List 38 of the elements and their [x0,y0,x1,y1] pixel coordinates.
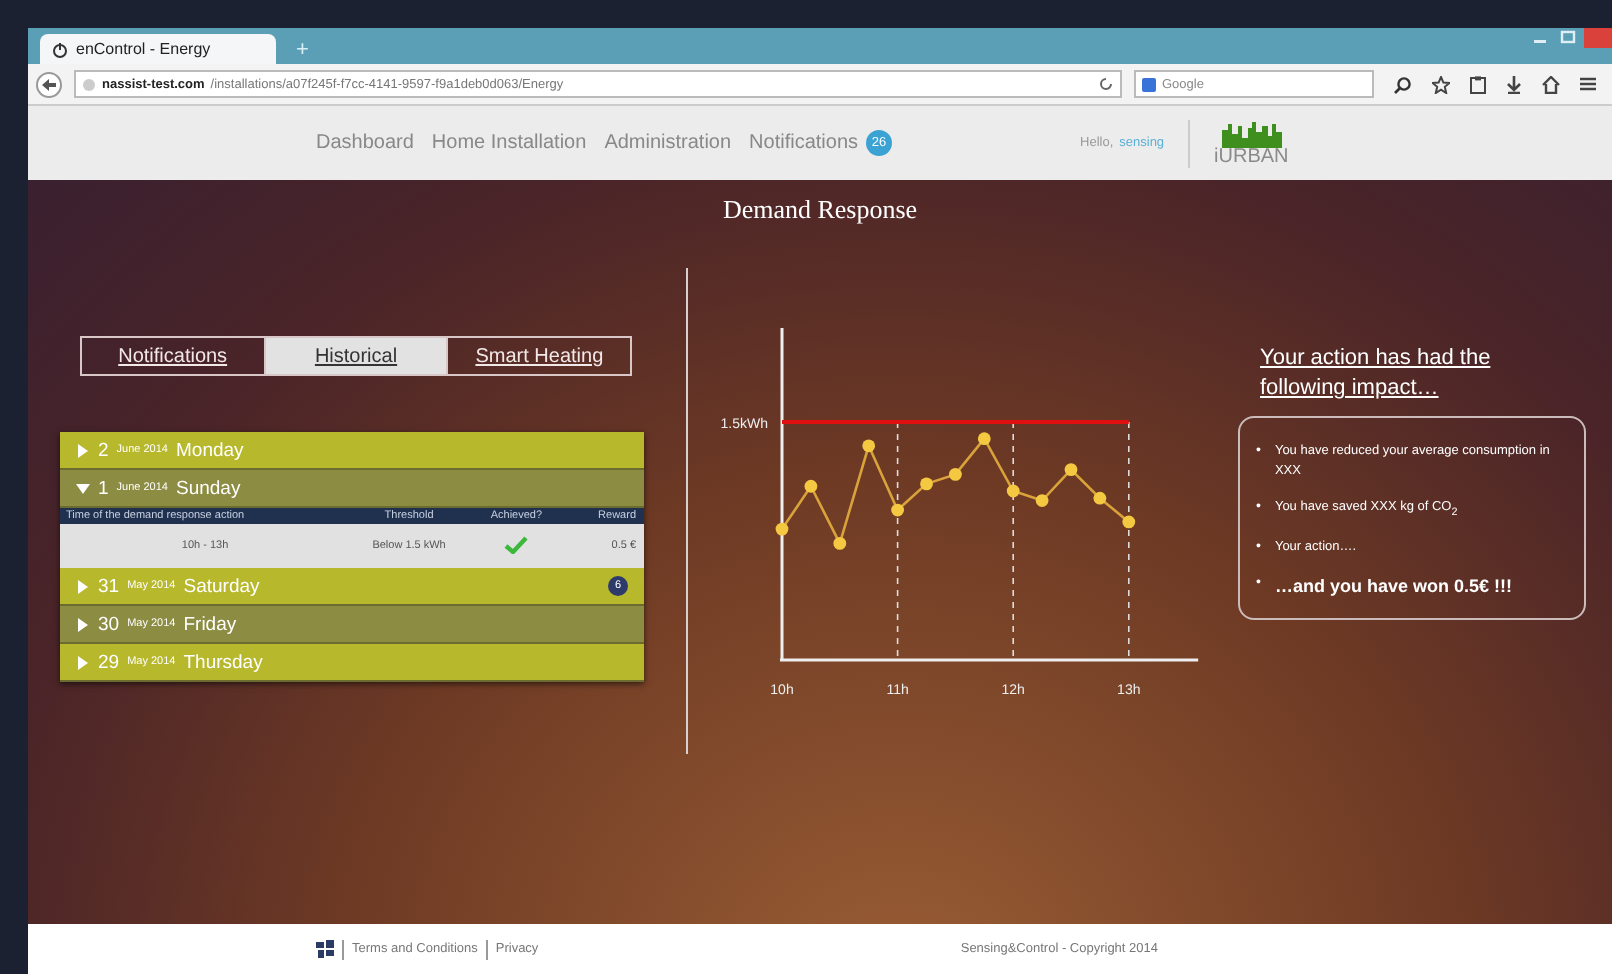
day-number: 1 [98,477,109,499]
impact-item: …and you have won 0.5€ !!! [1274,574,1512,599]
weekday: Monday [176,439,244,461]
browser-tab[interactable]: enControl - Energy [40,34,276,64]
day-number: 29 [98,651,120,673]
nav-link[interactable]: Dashboard [316,132,414,154]
caret-down-icon [76,481,90,495]
logo-icon [316,940,334,958]
weekday: Thursday [183,651,263,673]
tab[interactable]: Smart Heating [448,338,631,374]
caret-right-icon [76,443,90,457]
back-icon[interactable] [36,71,62,97]
nav-link[interactable]: Administration [604,132,732,154]
day-number: 30 [98,613,120,635]
weekday: Sunday [176,477,241,499]
power-icon [52,41,68,57]
day-number: 31 [98,575,120,597]
new-tab-button[interactable]: + [288,34,317,64]
tab[interactable]: Historical [265,338,449,374]
weekday: Saturday [183,575,260,597]
search-icon[interactable] [1394,75,1412,93]
weekday: Friday [183,613,237,635]
clipboard-icon[interactable] [1470,75,1486,93]
menu-icon[interactable] [1580,75,1596,91]
caret-right-icon [76,655,90,669]
logo-text: iURBAN [1214,147,1289,167]
reload-icon[interactable] [1098,76,1114,92]
city-skyline-icon [1221,119,1282,147]
download-icon[interactable] [1506,75,1522,93]
caret-right-icon [76,617,90,631]
caret-right-icon [76,579,90,593]
home-icon[interactable] [1542,75,1560,93]
day-number: 2 [98,439,109,461]
page-title: Demand Response [720,192,920,228]
google-icon [1142,77,1156,91]
nav-link[interactable]: Home Installation [431,132,587,154]
impact-heading: Your action has had the following impact… [1260,344,1493,404]
star-icon[interactable] [1432,75,1450,93]
